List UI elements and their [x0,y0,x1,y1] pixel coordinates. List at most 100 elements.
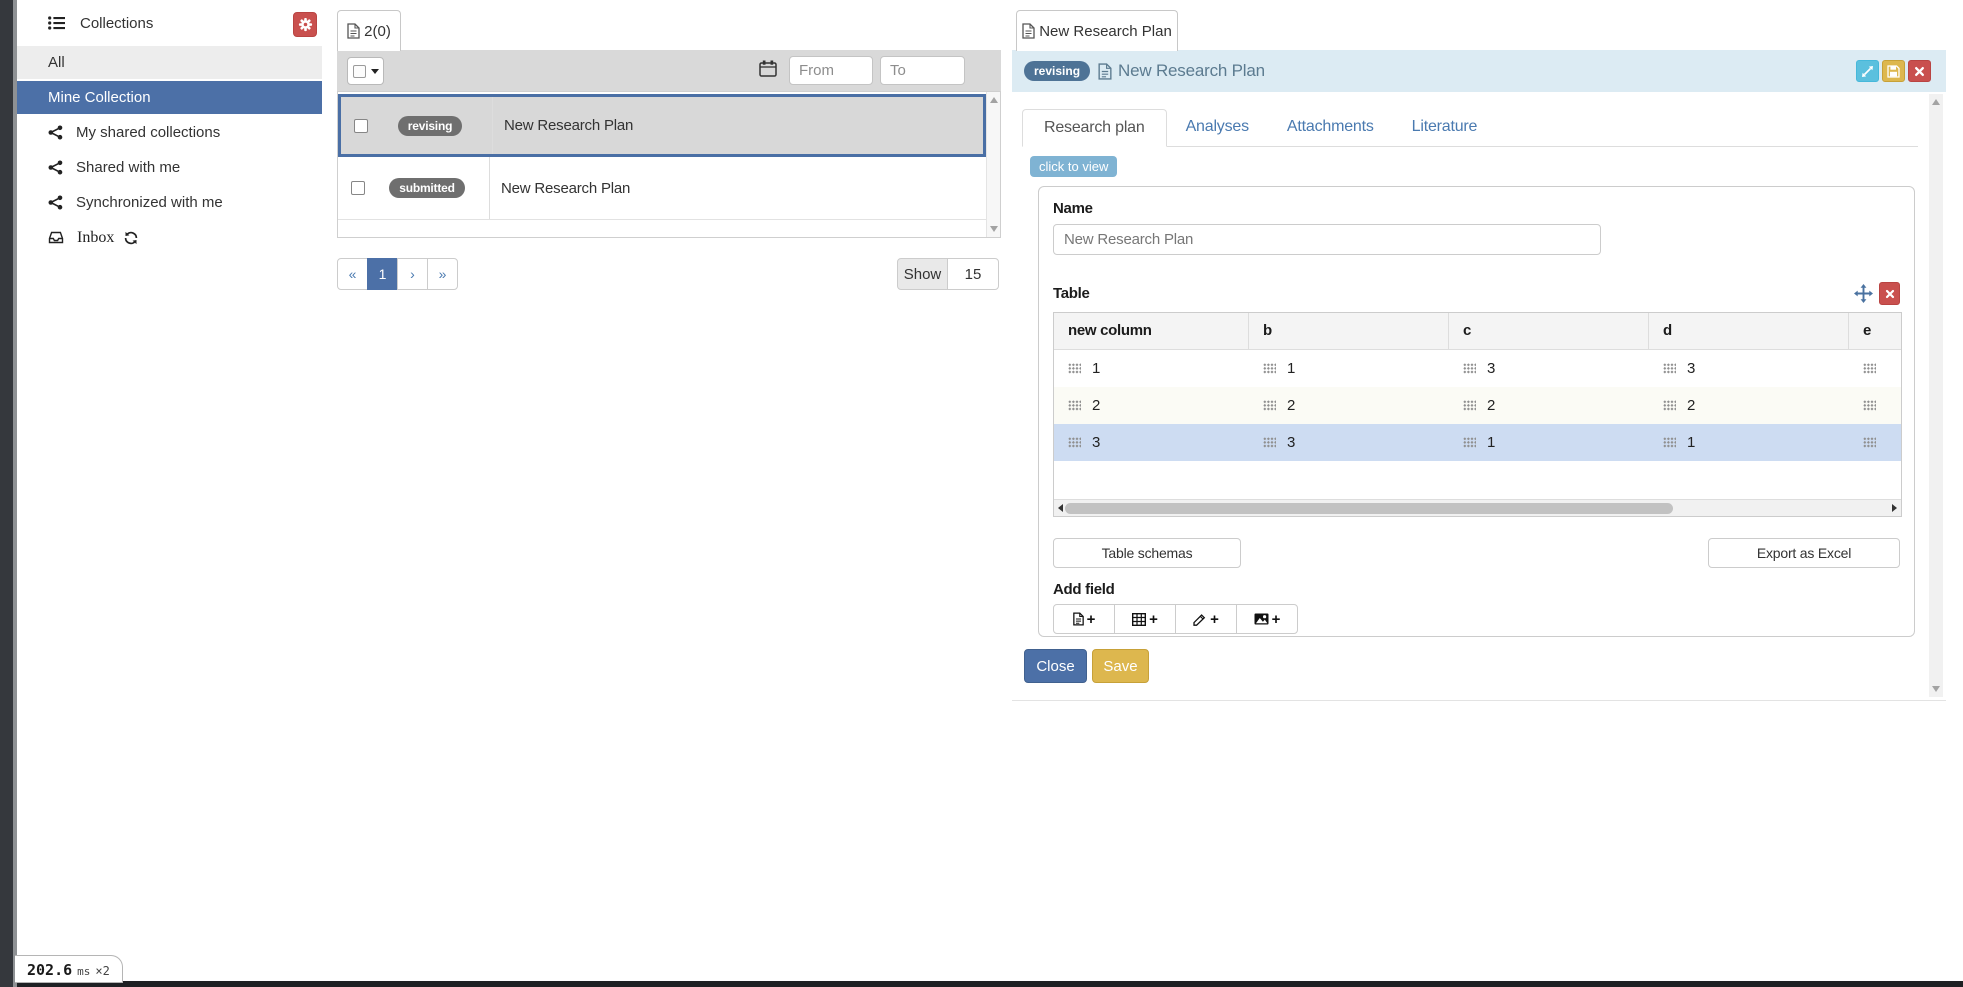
row-checkbox[interactable] [351,181,365,195]
left-edge-strip-light [13,0,17,987]
move-icon[interactable] [1854,284,1873,303]
scroll-down-icon[interactable] [1932,686,1940,692]
table-horizontal-scrollbar[interactable] [1054,499,1901,516]
list-count-tab[interactable]: 2(0) [337,10,401,51]
add-edit-field-button[interactable]: + [1175,604,1237,634]
close-button[interactable]: Close [1024,649,1087,683]
scrollbar-thumb[interactable] [1065,503,1673,514]
tab-literature[interactable]: Literature [1393,108,1497,146]
column-header[interactable]: e [1849,313,1901,349]
tab-analyses[interactable]: Analyses [1167,108,1268,146]
name-field[interactable] [1053,224,1601,255]
export-excel-button[interactable]: Export as Excel [1708,538,1900,568]
debug-unit: ms [77,965,90,978]
detail-tab-label: New Research Plan [1039,23,1172,40]
drag-handle-icon[interactable] [1263,400,1276,411]
tab-research-plan[interactable]: Research plan [1022,109,1167,147]
drag-handle-icon[interactable] [1263,363,1276,374]
pencil-square-icon [1193,613,1207,626]
column-header[interactable]: new column [1054,313,1249,349]
add-text-field-button[interactable]: + [1053,604,1115,634]
drag-handle-icon[interactable] [1663,400,1676,411]
column-header[interactable]: b [1249,313,1449,349]
sidebar-item-label: All [48,54,65,71]
list-item[interactable]: revising New Research Plan [338,94,986,157]
column-header[interactable]: d [1649,313,1849,349]
collections-settings-button[interactable] [293,12,317,37]
table-row-selected[interactable]: 3 3 1 1 [1054,424,1901,461]
debug-timing-chip[interactable]: 202.6 ms ×2 [15,955,123,983]
add-image-field-button[interactable]: + [1236,604,1298,634]
image-icon [1254,613,1269,625]
list-scrollbar[interactable] [986,92,1000,237]
drag-handle-icon[interactable] [1463,400,1476,411]
detail-scrollbar[interactable] [1929,94,1943,697]
pagination-next-button[interactable]: › [397,258,428,290]
header-save-button[interactable] [1882,60,1905,82]
header-close-button[interactable] [1908,60,1931,82]
inbox-icon [48,231,64,244]
scroll-right-icon[interactable] [1892,504,1897,512]
table-row[interactable]: 1 1 3 3 [1054,350,1901,387]
document-icon [1073,612,1084,626]
plus-icon: + [1149,612,1158,627]
list-item-title[interactable]: New Research Plan [493,117,983,134]
scroll-down-icon[interactable] [990,226,998,232]
drag-handle-icon[interactable] [1068,437,1081,448]
scroll-left-icon[interactable] [1058,504,1063,512]
click-to-view-badge[interactable]: click to view [1030,156,1117,177]
select-all-checkbox[interactable] [353,65,366,78]
refresh-icon[interactable] [124,231,138,245]
page-size-value[interactable]: 15 [947,258,999,290]
sidebar-item-label: Shared with me [76,159,180,176]
status-badge: revising [1024,61,1090,81]
add-table-field-button[interactable]: + [1114,604,1176,634]
show-button[interactable]: Show [897,258,948,290]
drag-handle-icon[interactable] [1263,437,1276,448]
sidebar-item-synchronized-with-me[interactable]: Synchronized with me [17,186,322,219]
app-root: Collections All Mine Collection My share… [0,0,1963,987]
pagination-last-button[interactable]: » [427,258,458,290]
drag-handle-icon[interactable] [1663,437,1676,448]
sidebar-item-my-shared-collections[interactable]: My shared collections [17,116,322,149]
table-schemas-button[interactable]: Table schemas [1053,538,1241,568]
sidebar-item-mine-collection[interactable]: Mine Collection [17,81,322,114]
detail-tab[interactable]: New Research Plan [1016,10,1178,51]
plans-list: revising New Research Plan submitted New… [337,91,1001,238]
cell-value: 3 [1287,434,1295,451]
date-from-input[interactable] [789,56,873,85]
drag-handle-icon[interactable] [1863,400,1876,411]
table-row[interactable]: 2 2 2 2 [1054,387,1901,424]
row-checkbox[interactable] [354,119,368,133]
detail-header: revising New Research Plan [1012,50,1946,92]
drag-handle-icon[interactable] [1663,363,1676,374]
plus-icon: + [1210,612,1219,627]
list-item-title[interactable]: New Research Plan [490,180,986,197]
drag-handle-icon[interactable] [1863,437,1876,448]
drag-handle-icon[interactable] [1863,363,1876,374]
scroll-up-icon[interactable] [1932,99,1940,105]
detail-body: Research plan Analyses Attachments Liter… [1012,92,1946,701]
sidebar-item-shared-with-me[interactable]: Shared with me [17,151,322,184]
scroll-up-icon[interactable] [990,97,998,103]
date-to-input[interactable] [880,56,965,85]
sidebar-item-inbox[interactable]: Inbox [17,221,322,254]
sidebar-item-all[interactable]: All [17,46,322,79]
status-badge: revising [398,116,462,136]
pagination-page-1[interactable]: 1 [367,258,398,290]
expand-button[interactable] [1856,60,1879,82]
share-icon [48,125,63,140]
select-all-dropdown-button[interactable] [347,57,384,85]
drag-handle-icon[interactable] [1068,363,1081,374]
delete-table-button[interactable] [1879,282,1900,305]
drag-handle-icon[interactable] [1463,437,1476,448]
name-label: Name [1053,200,1900,217]
drag-handle-icon[interactable] [1463,363,1476,374]
column-header[interactable]: c [1449,313,1649,349]
drag-handle-icon[interactable] [1068,400,1081,411]
tab-attachments[interactable]: Attachments [1268,108,1393,146]
list-item[interactable]: submitted New Research Plan [338,157,986,220]
detail-title: New Research Plan [1118,61,1265,81]
pagination-first-button[interactable]: « [337,258,368,290]
save-button[interactable]: Save [1092,649,1149,683]
